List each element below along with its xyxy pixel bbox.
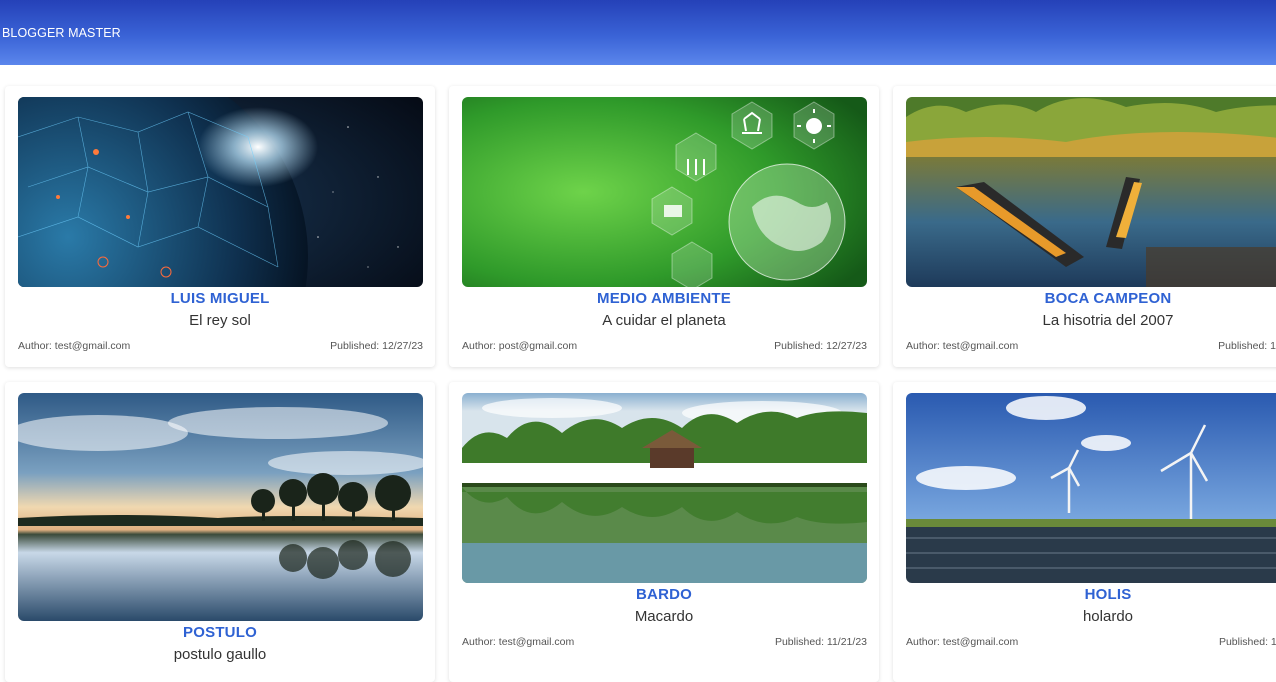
post-title[interactable]: POSTULO [5, 624, 435, 641]
post-author: Author: test@gmail.com [462, 636, 575, 648]
post-published-date: Published: 12/27/23 [330, 340, 423, 352]
post-subtitle: Macardo [634, 608, 694, 625]
earth-network-image [18, 97, 423, 287]
post-published-date: Published: 11/21/23 [774, 636, 867, 648]
post-subtitle: postulo gaullo [173, 646, 267, 663]
post-card[interactable]: LUIS MIGUEL El rey sol Author: test@gmai… [5, 86, 435, 367]
post-title[interactable]: BOCA CAMPEON [893, 290, 1276, 307]
post-published-date: Published: 11/21/23 [1218, 636, 1276, 648]
post-title[interactable]: MEDIO AMBIENTE [449, 290, 879, 307]
post-title[interactable]: BARDO [449, 586, 879, 603]
post-title[interactable]: LUIS MIGUEL [5, 290, 435, 307]
sunset-lake-image [18, 393, 423, 621]
wind-solar-image [906, 393, 1276, 583]
post-author: Author: test@gmail.com [18, 340, 131, 352]
post-card[interactable]: BARDO Macardo Author: test@gmail.com Pub… [449, 382, 879, 682]
jungle-lodge-image [462, 393, 867, 583]
post-subtitle: La hisotria del 2007 [1042, 312, 1174, 329]
post-subtitle: El rey sol [189, 312, 251, 329]
brand-title[interactable]: BLOGGER MASTER [2, 26, 121, 40]
post-published-date: Published: 12/27/23 [1218, 340, 1276, 352]
post-card[interactable]: BOCA CAMPEON La hisotria del 2007 Author… [893, 86, 1276, 367]
post-author: Author: post@gmail.com [462, 340, 578, 352]
post-subtitle: A cuidar el planeta [602, 312, 726, 329]
post-card[interactable]: MEDIO AMBIENTE A cuidar el planeta Autho… [449, 86, 879, 367]
post-card[interactable]: POSTULO postulo gaullo [5, 382, 435, 682]
post-card[interactable]: HOLIS holardo Author: test@gmail.com Pub… [893, 382, 1276, 682]
post-author: Author: test@gmail.com [906, 636, 1019, 648]
green-energy-image [462, 97, 867, 287]
post-author: Author: test@gmail.com [906, 340, 1019, 352]
post-subtitle: holardo [1082, 608, 1134, 625]
boats-river-image [906, 97, 1276, 287]
post-title[interactable]: HOLIS [893, 586, 1276, 603]
app-header: BLOGGER MASTER [0, 0, 1276, 65]
post-published-date: Published: 12/27/23 [774, 340, 867, 352]
